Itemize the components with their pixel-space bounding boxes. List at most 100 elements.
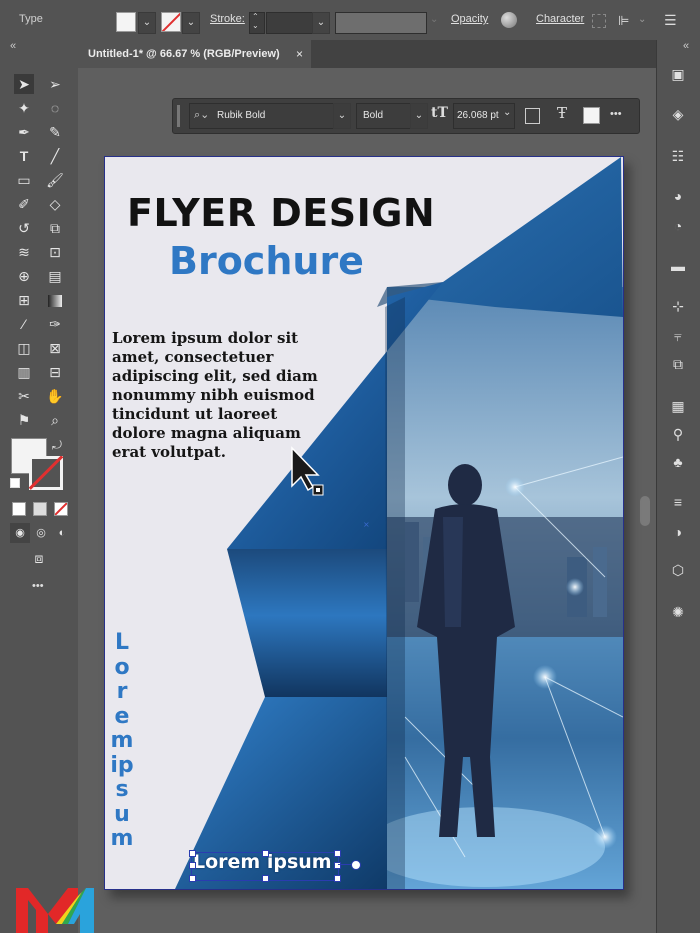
- profile-chevron-icon[interactable]: ⌄: [430, 14, 438, 25]
- mesh-tool-icon[interactable]: ⊞: [14, 290, 34, 310]
- color-guide-icon[interactable]: ◕: [668, 186, 688, 206]
- paintbrush-tool-icon[interactable]: 🖌: [45, 170, 65, 190]
- selection-handle[interactable]: [189, 875, 196, 882]
- stroke-weight-dropdown-chevron-icon[interactable]: ⌄: [312, 12, 330, 34]
- draw-normal-icon[interactable]: ◉: [10, 523, 30, 543]
- edit-toolbar-more-icon[interactable]: •••: [32, 580, 44, 592]
- direct-selection-tool-icon[interactable]: ➢: [45, 74, 65, 94]
- stroke-dropdown-chevron-icon[interactable]: ⌄: [182, 12, 200, 34]
- document-tab[interactable]: Untitled-1* @ 66.67 % (RGB/Preview) ×: [78, 40, 311, 68]
- flyer-artboard[interactable]: × FLYER DESIGN Brochure Lorem ipsum dolo…: [104, 156, 624, 890]
- rotate-tool-icon[interactable]: ↺: [14, 218, 34, 238]
- color-panel-icon[interactable]: ◔: [668, 216, 688, 236]
- column-graph-tool-icon[interactable]: ▥: [14, 362, 34, 382]
- draw-behind-icon[interactable]: ◎: [31, 523, 51, 543]
- draw-inside-icon[interactable]: ◐: [52, 523, 72, 543]
- align-panel-icon[interactable]: ⫧: [668, 326, 688, 346]
- stepper-down-icon[interactable]: ⌄: [252, 21, 259, 30]
- brushes-panel-icon[interactable]: ⚲: [668, 424, 688, 444]
- font-family-chevron-icon[interactable]: ⌄: [333, 103, 351, 129]
- stroke-label[interactable]: Stroke:: [210, 13, 245, 25]
- eyedropper-tool-icon[interactable]: ⁄: [14, 314, 34, 334]
- type-tool-icon[interactable]: T: [14, 146, 34, 166]
- none-mode-icon[interactable]: [54, 502, 68, 516]
- stroke-swatch-none[interactable]: [161, 12, 181, 32]
- gradient-tool-icon[interactable]: [45, 290, 65, 310]
- edit-toolbar-icon[interactable]: ⚑: [14, 410, 34, 430]
- flyer-subtitle[interactable]: Brochure: [169, 239, 364, 283]
- line-segment-tool-icon[interactable]: ╱: [45, 146, 65, 166]
- magic-wand-tool-icon[interactable]: ✦: [14, 98, 34, 118]
- pen-tool-icon[interactable]: ✒: [14, 122, 34, 142]
- stepper-up-icon[interactable]: ⌃: [252, 12, 259, 21]
- slice-tool-icon[interactable]: ✂: [14, 386, 34, 406]
- warp-tool-icon[interactable]: ≋: [14, 242, 34, 262]
- artboard-tool-icon[interactable]: ⊟: [45, 362, 65, 382]
- 3d-panel-icon[interactable]: ⬡: [668, 560, 688, 580]
- perspective-grid-tool-icon[interactable]: ▤: [45, 266, 65, 286]
- recolor-artwork-icon[interactable]: [501, 12, 517, 28]
- panel-menu-icon[interactable]: ☰: [664, 12, 677, 29]
- gradient-mode-icon[interactable]: [33, 502, 47, 516]
- symbols-panel-icon[interactable]: ♣: [668, 452, 688, 472]
- paragraph-chevron-icon[interactable]: ⌄: [638, 14, 646, 25]
- graphic-styles-panel-icon[interactable]: ✺: [668, 602, 688, 622]
- shape-builder-tool-icon[interactable]: ⊕: [14, 266, 34, 286]
- variable-width-profile[interactable]: [335, 12, 427, 34]
- text-out-port[interactable]: [351, 860, 361, 870]
- flyer-vertical-text[interactable]: Loremipsum: [110, 630, 134, 852]
- paragraph-align-icon[interactable]: ⊫: [618, 13, 629, 29]
- layers-panel-icon[interactable]: ◈: [668, 104, 688, 124]
- flyer-title[interactable]: FLYER DESIGN: [127, 191, 435, 235]
- blend-tool-icon[interactable]: ◫: [14, 338, 34, 358]
- properties-sliders-icon[interactable]: ☷: [668, 146, 688, 166]
- measure-tool-icon[interactable]: ✑: [45, 314, 65, 334]
- swatches-panel-icon[interactable]: ▦: [668, 396, 688, 416]
- curvature-tool-icon[interactable]: ✎: [45, 122, 65, 142]
- close-tab-icon[interactable]: ×: [296, 47, 303, 61]
- canvas-scrollbar[interactable]: [640, 496, 650, 526]
- default-fill-stroke-icon[interactable]: [10, 478, 20, 488]
- fill-swatch[interactable]: [116, 12, 136, 32]
- pathfinder-panel-icon[interactable]: ⧉: [668, 354, 688, 374]
- collapse-dock-icon[interactable]: «: [683, 40, 689, 52]
- lasso-tool-icon[interactable]: ◌: [45, 98, 65, 118]
- font-size-chevron-icon[interactable]: ⌄: [503, 107, 511, 118]
- zoom-tool-icon[interactable]: ⌕: [45, 410, 65, 430]
- character-label[interactable]: Character: [536, 13, 584, 25]
- opacity-label[interactable]: Opacity: [451, 13, 488, 25]
- shaper-tool-icon[interactable]: ✐: [14, 194, 34, 214]
- transform-panel-icon[interactable]: ⊹: [668, 296, 688, 316]
- hand-tool-icon[interactable]: ✋: [45, 386, 65, 406]
- text-options-icon[interactable]: Ŧ: [557, 104, 567, 122]
- fill-dropdown-chevron-icon[interactable]: ⌄: [138, 12, 156, 34]
- eraser-tool-icon[interactable]: ◇: [45, 194, 65, 214]
- selection-handle[interactable]: [334, 875, 341, 882]
- appearance-panel-icon[interactable]: ◑: [668, 522, 688, 542]
- selection-handle[interactable]: [262, 850, 269, 857]
- flyer-body-text[interactable]: Lorem ipsum dolor sit amet, consectetuer…: [112, 329, 332, 462]
- task-bar-grip[interactable]: [177, 105, 180, 127]
- stroke-weight-input[interactable]: [266, 12, 314, 34]
- align-grid-icon[interactable]: [592, 14, 606, 28]
- collapse-panel-icon[interactable]: «: [10, 40, 16, 52]
- selection-handle[interactable]: [189, 850, 196, 857]
- more-options-icon[interactable]: •••: [610, 108, 622, 120]
- selection-handle[interactable]: [334, 850, 341, 857]
- change-screen-mode-icon[interactable]: ⧈: [29, 548, 49, 568]
- stroke-color-box[interactable]: [29, 456, 63, 490]
- selection-handle[interactable]: [262, 875, 269, 882]
- stroke-panel-icon[interactable]: ≡: [668, 492, 688, 512]
- selection-tool-icon[interactable]: ➤: [14, 74, 34, 94]
- font-style-chevron-icon[interactable]: ⌄: [410, 103, 428, 129]
- stroke-weight-stepper[interactable]: ⌃ ⌄: [249, 12, 265, 34]
- rectangle-tool-icon[interactable]: ▭: [14, 170, 34, 190]
- symbol-sprayer-tool-icon[interactable]: ⊠: [45, 338, 65, 358]
- text-fill-swatch[interactable]: [583, 107, 600, 124]
- free-transform-tool-icon[interactable]: ⊡: [45, 242, 65, 262]
- document-tab-title[interactable]: Untitled-1* @ 66.67 % (RGB/Preview): [88, 48, 280, 60]
- selection-handle[interactable]: [189, 862, 196, 869]
- paragraph-options-icon[interactable]: [525, 108, 540, 124]
- font-family-field[interactable]: ⌕⌄ Rubik Bold: [189, 103, 351, 129]
- gradient-panel-icon[interactable]: ▬: [668, 256, 688, 276]
